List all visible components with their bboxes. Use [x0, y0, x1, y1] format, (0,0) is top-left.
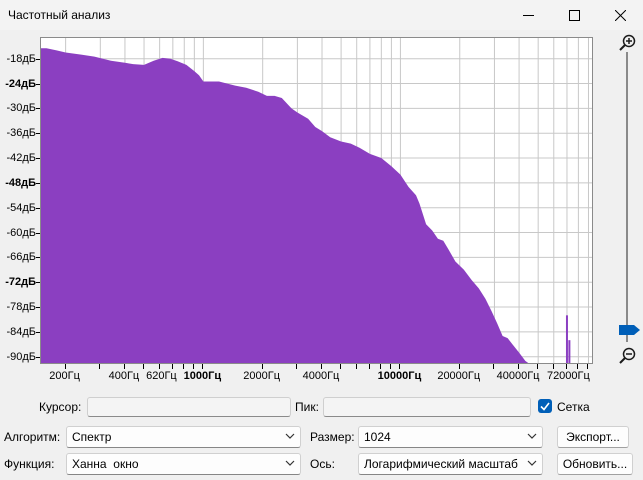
function-select[interactable]: Ханна окно — [66, 453, 301, 475]
x-tick — [143, 364, 145, 369]
x-tick-label: 2000Гц — [243, 370, 281, 382]
chevron-down-icon — [285, 460, 295, 466]
y-tick-label: -84дБ — [6, 325, 36, 338]
x-tick — [399, 364, 401, 369]
x-tick — [340, 364, 342, 369]
close-icon — [614, 9, 626, 21]
x-tick-label: 400Гц — [108, 370, 140, 382]
maximize-icon — [568, 9, 580, 21]
algorithm-select[interactable]: Спектр — [66, 426, 301, 448]
x-tick — [493, 364, 495, 369]
cursor-label: Курсор: — [39, 400, 82, 414]
vertical-zoom-slider[interactable] — [626, 52, 628, 342]
x-tick — [183, 364, 185, 369]
chevron-down-icon — [527, 460, 537, 466]
y-tick-label: -78дБ — [6, 301, 36, 314]
export-button[interactable]: Экспорт... — [557, 426, 629, 448]
x-tick — [193, 364, 195, 369]
minimize-icon — [522, 14, 534, 16]
x-axis: 200Гц 400Гц 620Гц 1000Гц 2000Гц 4000Гц 10000Гц… — [40, 364, 593, 386]
x-tick — [577, 364, 579, 369]
x-tick-label: 20000Гц — [437, 370, 481, 382]
x-tick-label: 1000Гц — [183, 370, 222, 382]
chevron-down-icon — [527, 433, 537, 439]
spectrum-area — [41, 48, 529, 363]
x-tick — [261, 364, 263, 369]
axis-select[interactable]: Логарифмический масштаб — [358, 453, 543, 475]
x-tick-label: 200Гц — [49, 370, 80, 382]
title-bar: Частотный анализ — [0, 0, 643, 30]
grid-label: Сетка — [557, 400, 590, 414]
size-label: Размер: — [310, 430, 355, 444]
function-value: Ханна окно — [72, 457, 139, 471]
x-tick-label: 10000Гц — [377, 370, 422, 382]
x-tick — [368, 364, 370, 369]
x-tick — [587, 364, 589, 369]
size-value: 1024 — [364, 430, 391, 444]
x-tick — [99, 364, 101, 369]
y-tick-label: -72дБ — [5, 276, 36, 289]
grid-checkbox[interactable] — [538, 399, 552, 413]
axis-value: Логарифмический масштаб — [364, 457, 518, 471]
x-tick — [518, 364, 520, 369]
function-label: Функция: — [4, 457, 55, 471]
minimize-button[interactable] — [505, 0, 551, 30]
x-tick — [321, 364, 322, 369]
cursor-value-field — [87, 397, 291, 417]
x-tick — [458, 364, 460, 369]
window-title: Частотный анализ — [8, 8, 111, 22]
y-tick-label: -90дБ — [6, 350, 36, 363]
x-tick — [355, 364, 357, 369]
y-tick-label: -18дБ — [6, 52, 36, 65]
y-tick-label: -24дБ — [5, 77, 36, 90]
algorithm-value: Спектр — [72, 430, 112, 444]
x-tick — [202, 364, 204, 369]
spectrum-chart — [41, 38, 592, 363]
y-axis: -18дБ -24дБ -30дБ -36дБ -42дБ -48дБ -54дБ -60дБ… — [0, 37, 40, 367]
x-tick-label: 40000Гц — [496, 370, 540, 382]
peak-value-field — [323, 397, 531, 417]
zoom-in-icon[interactable] — [618, 34, 636, 52]
chevron-down-icon — [285, 433, 295, 439]
x-tick — [380, 364, 382, 369]
y-tick-label: -42дБ — [6, 152, 36, 165]
spectrum-plot[interactable] — [40, 37, 593, 364]
x-tick — [123, 364, 125, 369]
peak-label: Пик: — [295, 400, 319, 414]
zoom-out-icon[interactable] — [618, 347, 636, 365]
checkmark-icon — [540, 402, 550, 411]
close-button[interactable] — [597, 0, 643, 30]
maximize-button[interactable] — [551, 0, 597, 30]
axis-label: Ось: — [310, 457, 335, 471]
x-tick — [296, 364, 298, 369]
x-tick — [390, 364, 392, 369]
x-tick-label: 620Гц — [146, 370, 177, 382]
y-tick-label: -54дБ — [6, 201, 36, 214]
x-tick-label: 4000Гц — [302, 370, 340, 382]
x-tick-label: 72000Гц — [546, 370, 590, 382]
x-tick — [171, 364, 173, 369]
size-select[interactable]: 1024 — [358, 426, 543, 448]
y-tick-label: -30дБ — [6, 102, 36, 115]
y-tick-label: -60дБ — [6, 226, 36, 239]
y-tick-label: -36дБ — [6, 127, 36, 140]
y-tick-label: -66дБ — [6, 251, 36, 264]
x-tick — [158, 364, 160, 369]
x-tick — [552, 364, 554, 369]
y-tick-label: -48дБ — [5, 176, 36, 189]
algorithm-label: Алгоритм: — [4, 430, 61, 444]
slider-thumb[interactable] — [619, 325, 641, 335]
x-tick — [64, 364, 66, 369]
x-tick — [537, 364, 539, 369]
refresh-button[interactable]: Обновить... — [557, 453, 633, 475]
x-tick — [565, 364, 567, 369]
vertical-zoom-panel — [611, 30, 643, 370]
